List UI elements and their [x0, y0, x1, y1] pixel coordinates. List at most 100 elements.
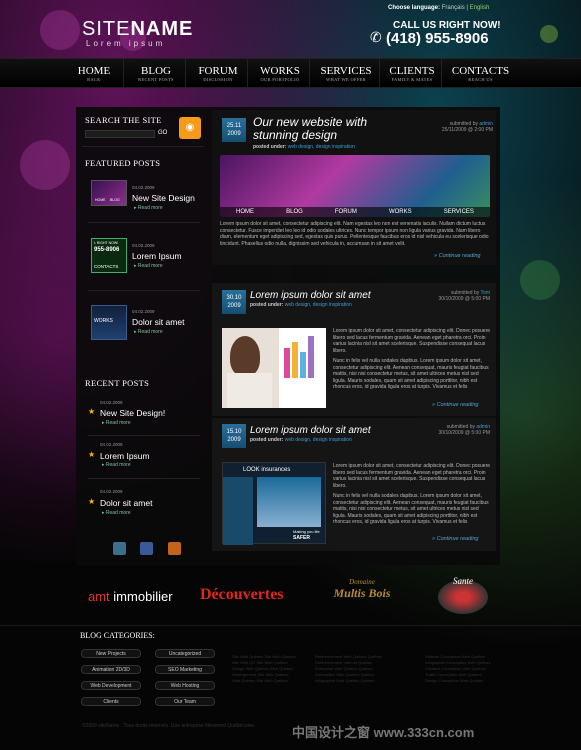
rss-small-icon[interactable]: [167, 542, 181, 555]
partner-logo-decouvertes[interactable]: Découvertes: [200, 586, 284, 604]
insurance-logo-text: LOOK insurances: [243, 467, 291, 473]
phone-icon: ✆: [370, 29, 382, 45]
language-selector: Choose language: Français | English: [388, 5, 489, 11]
continue-reading-link[interactable]: » Continue reading: [432, 536, 479, 542]
nav-item-services[interactable]: SERVICES WHAT WE OFFER: [314, 59, 380, 87]
banner-nav-item: HOME: [236, 209, 255, 215]
featured-title[interactable]: Dolor sit amet: [132, 317, 184, 327]
post-category-links[interactable]: web design, design inspiration: [285, 437, 352, 443]
category-button[interactable]: Animation 2D/3D: [81, 665, 141, 674]
post-day: 25.11: [226, 123, 242, 129]
post-excerpt: Nunc in felis vel nulla sodales dapibus.…: [333, 493, 489, 525]
post-title[interactable]: Our new website with stunning design: [253, 116, 423, 142]
footer-link[interactable]: Design Conception Web Québec: [425, 678, 491, 684]
logo-site-text: SITE: [82, 18, 131, 40]
watermark: 中国设计之窗 www.333cn.com: [292, 725, 475, 740]
category-button[interactable]: Web Development: [81, 681, 141, 690]
featured-thumbnail[interactable]: HOME BLOG: [91, 180, 127, 206]
post-title[interactable]: Lorem ipsum dolor sit amet: [250, 290, 371, 301]
read-more-link[interactable]: ▸ Read more: [102, 510, 131, 516]
read-more-link[interactable]: ▸ Read more: [134, 263, 163, 269]
partner-text: Domaine: [349, 578, 375, 586]
read-more-label: Read more: [137, 205, 163, 211]
main-nav: HOME BACK BLOG RECENT POSTS FORUM DISCUSSIO…: [0, 58, 581, 88]
read-more-label: Read more: [105, 420, 131, 426]
search-title: SEARCH THE SITE: [85, 115, 162, 125]
post-category-links[interactable]: web design, design inspiration: [285, 302, 352, 308]
post-year: 2009: [227, 437, 241, 443]
continue-reading-link[interactable]: » Continue reading: [434, 253, 481, 259]
rss-icon[interactable]: ◉: [179, 117, 201, 139]
read-more-link[interactable]: ▸ Read more: [134, 205, 163, 211]
continue-label: Continue reading: [436, 402, 479, 408]
twitter-icon[interactable]: [113, 542, 126, 555]
nav-label: CONTACTS: [451, 65, 510, 77]
posted-under-label: posted under:: [250, 302, 284, 308]
featured-date: 04.02.2009: [132, 243, 155, 248]
category-button[interactable]: SEO Marketing: [155, 665, 215, 674]
language-en-link[interactable]: English: [470, 5, 490, 11]
search-go-button[interactable]: GO: [158, 130, 167, 136]
insurance-caption: Making you life: [293, 529, 320, 534]
search-input[interactable]: [85, 130, 155, 138]
photo-chart-bar: [292, 342, 298, 378]
nav-item-clients[interactable]: CLIENTS FAMILY & MATES: [384, 59, 442, 87]
post-submitted: submitted by Tom 30/10/2009 @ 5:00 PM: [420, 290, 491, 302]
language-fr-link[interactable]: Français: [442, 5, 465, 11]
divider: [88, 435, 200, 436]
nav-item-forum[interactable]: FORUM DISCUSSION: [190, 59, 248, 87]
posted-under-label: posted under:: [253, 144, 287, 150]
category-button[interactable]: Web Hosting: [155, 681, 215, 690]
nav-sublabel: RECENT POSTS: [138, 77, 174, 82]
post-submitted: submitted by admin 25/11/2009 @ 2:00 PM: [420, 121, 493, 133]
partner-logo-domaine[interactable]: Domaine Multis Bois: [322, 578, 402, 601]
recent-title[interactable]: New Site Design!: [100, 408, 165, 418]
post-category-links[interactable]: web design, design inspiration: [288, 144, 355, 150]
category-button[interactable]: Clients: [81, 697, 141, 706]
footer-link[interactable]: Web Québec Site Web Québec: [232, 678, 296, 684]
continue-label: Continue reading: [436, 536, 479, 542]
partner-logo-sante[interactable]: Sante: [438, 576, 488, 614]
post-datetime: 30/10/2009 @ 5:00 PM: [438, 296, 491, 302]
photo-person: [230, 336, 260, 376]
read-more-label: Read more: [105, 462, 131, 468]
footer-link[interactable]: Infographie Web Québec Québec: [315, 678, 382, 684]
post-image[interactable]: [222, 328, 326, 408]
recent-title[interactable]: Dolor sit amet: [100, 498, 152, 508]
featured-title[interactable]: New Site Design: [132, 193, 195, 203]
bokeh-bubble: [540, 25, 558, 43]
site-logo[interactable]: SITENAME: [82, 18, 193, 41]
post-banner-image[interactable]: HOME BLOG FORUM WORKS SERVICES: [220, 155, 490, 217]
recent-title[interactable]: Lorem Ipsum: [100, 451, 150, 461]
insurance-sidebar: [223, 477, 253, 545]
photo-chart-bar: [308, 336, 314, 378]
category-button[interactable]: Our Team: [155, 697, 215, 706]
partner-logo-amt[interactable]: amt immobilier: [88, 589, 173, 604]
featured-thumbnail[interactable]: WORKS: [91, 305, 127, 340]
post-image[interactable]: LOOK insurances Making you life SAFER: [222, 462, 326, 545]
social-icons: [113, 542, 181, 560]
featured-title[interactable]: Lorem Ipsum: [132, 251, 182, 261]
post-submitted: submitted by admin 30/10/2009 @ 5:00 PM: [420, 424, 491, 436]
facebook-icon[interactable]: [140, 542, 154, 555]
post-excerpt: Lorem ipsum dolor sit amet, consectetur …: [333, 328, 491, 354]
post-categories: posted under: web design, design inspira…: [250, 437, 352, 443]
post-title[interactable]: Lorem ipsum dolor sit amet: [250, 425, 371, 436]
read-more-link[interactable]: ▸ Read more: [102, 462, 131, 468]
nav-label: HOME: [77, 65, 111, 77]
nav-item-home[interactable]: HOME BACK: [66, 59, 124, 87]
continue-reading-link[interactable]: » Continue reading: [432, 402, 479, 408]
category-button[interactable]: New Projects: [81, 649, 141, 658]
recent-date: 04.02.2009: [100, 442, 123, 447]
featured-thumbnail[interactable]: L RIGHT NOW! 955-8906 CONTACTS: [91, 238, 127, 273]
posted-under-label: posted under:: [250, 437, 284, 443]
nav-item-blog[interactable]: BLOG RECENT POSTS: [128, 59, 186, 87]
nav-item-contacts[interactable]: CONTACTS REACH US: [446, 59, 516, 87]
category-button[interactable]: Uncategorized: [155, 649, 215, 658]
nav-item-works[interactable]: WORKS OUR PORTFOLIO: [252, 59, 310, 87]
footer-divider: [0, 625, 581, 626]
read-more-link[interactable]: ▸ Read more: [134, 329, 163, 335]
post-year: 2009: [227, 131, 241, 137]
post-categories: posted under: web design, design inspira…: [250, 302, 352, 308]
read-more-link[interactable]: ▸ Read more: [102, 420, 131, 426]
